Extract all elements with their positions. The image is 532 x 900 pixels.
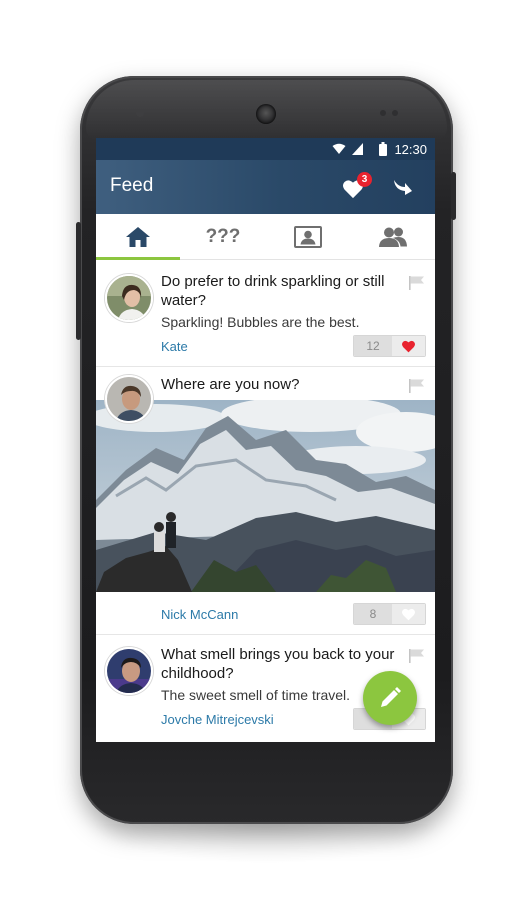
battery-icon xyxy=(379,142,387,156)
answer-text: Sparkling! Bubbles are the best. xyxy=(161,314,360,330)
status-bar: 12:30 xyxy=(96,138,435,160)
avatar[interactable] xyxy=(105,647,153,695)
tab-friends[interactable] xyxy=(351,214,435,260)
avatar[interactable] xyxy=(105,375,153,423)
feed-post[interactable]: Do prefer to drink sparkling or still wa… xyxy=(96,260,435,367)
mountain-photo xyxy=(96,400,435,592)
screen: 12:30 Feed 3 ??? Do prefer to drink spar… xyxy=(96,138,435,742)
notifications-button[interactable]: 3 xyxy=(342,172,372,202)
question-text: Where are you now? xyxy=(161,376,300,393)
avatar-photo xyxy=(107,276,151,320)
tab-bar: ??? xyxy=(96,214,435,261)
signal-icon xyxy=(352,143,363,155)
back-arrow-icon xyxy=(394,180,412,195)
tab-home[interactable] xyxy=(96,214,180,261)
like-count: 12 xyxy=(354,336,392,356)
flag-icon[interactable] xyxy=(409,276,425,290)
power-button xyxy=(451,172,456,220)
feed-list: Do prefer to drink sparkling or still wa… xyxy=(96,260,435,742)
questions-icon: ??? xyxy=(205,226,241,247)
front-camera xyxy=(136,109,144,117)
flag-icon[interactable] xyxy=(409,379,425,393)
light-sensor xyxy=(392,110,398,116)
wifi-icon xyxy=(332,143,346,154)
feed-post[interactable]: Where are you now? Nick McCann 8 xyxy=(96,367,435,635)
earpiece-speaker xyxy=(256,104,276,124)
avatar-photo xyxy=(107,649,151,693)
like-button[interactable]: 8 xyxy=(353,603,426,625)
tab-questions[interactable]: ??? xyxy=(181,214,265,260)
avatar[interactable] xyxy=(105,274,153,322)
proximity-sensor xyxy=(380,110,386,116)
home-icon xyxy=(126,227,150,247)
post-photo[interactable] xyxy=(96,400,435,592)
page-title: Feed xyxy=(110,175,154,196)
author-name[interactable]: Kate xyxy=(161,339,188,354)
friends-icon xyxy=(379,227,407,247)
like-heart xyxy=(392,604,425,624)
author-name[interactable]: Jovche Mitrejcevski xyxy=(161,712,274,727)
like-heart xyxy=(392,336,425,356)
author-name[interactable]: Nick McCann xyxy=(161,607,238,622)
profile-icon xyxy=(294,226,322,248)
question-text: What smell brings you back to your child… xyxy=(161,646,395,682)
flag-icon[interactable] xyxy=(409,649,425,663)
like-button[interactable]: 12 xyxy=(353,335,426,357)
app-bar: Feed 3 xyxy=(96,160,435,214)
question-text: Do prefer to drink sparkling or still wa… xyxy=(161,273,385,309)
volume-button xyxy=(76,222,81,340)
back-button[interactable] xyxy=(392,176,418,200)
like-count: 8 xyxy=(354,604,392,624)
heart-icon xyxy=(402,608,415,620)
notification-badge: 3 xyxy=(357,172,372,187)
compose-button[interactable] xyxy=(363,671,417,725)
tab-profile[interactable] xyxy=(266,214,350,260)
heart-icon xyxy=(402,340,415,352)
phone-shadow xyxy=(90,824,442,864)
status-time: 12:30 xyxy=(394,142,427,157)
pencil-icon xyxy=(381,687,401,707)
answer-text: The sweet smell of time travel. xyxy=(161,687,351,703)
